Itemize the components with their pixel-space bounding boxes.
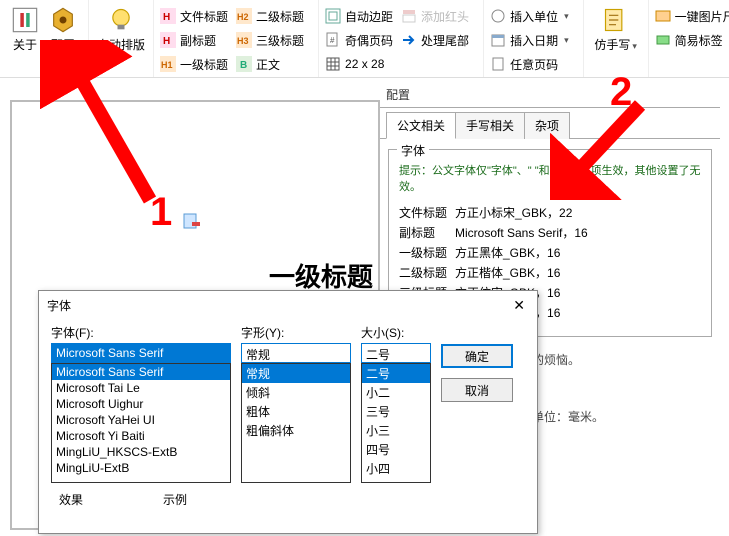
stamp-icon [490, 8, 506, 24]
h3-icon: H3 [236, 32, 252, 48]
page-num-icon [490, 56, 506, 72]
tab-gongwen[interactable]: 公文相关 [386, 112, 456, 139]
svg-text:H: H [163, 12, 170, 23]
h2-font[interactable]: 方正楷体_GBK，16 [455, 264, 560, 281]
h-icon: H [160, 32, 176, 48]
list-item[interactable]: 倾斜 [242, 383, 350, 402]
subtitle-button[interactable]: H副标题 [160, 30, 228, 50]
list-item[interactable]: Microsoft YaHei UI [52, 412, 230, 428]
tag-icon [655, 32, 671, 48]
bulb-icon [107, 6, 135, 34]
close-button[interactable]: ✕ [509, 297, 529, 314]
sample-heading: 示例 [163, 491, 187, 508]
style-list[interactable]: 常规倾斜粗体粗偏斜体 [241, 363, 351, 483]
chevron-down-icon: ▾ [564, 11, 569, 22]
h-icon: H [160, 8, 176, 24]
handwrite-button[interactable]: 仿手写▾ [590, 4, 642, 53]
list-item[interactable]: Microsoft Tai Le [52, 380, 230, 396]
redhead-icon [401, 8, 417, 24]
arrow-right-icon [401, 32, 417, 48]
gear-icon [49, 6, 77, 34]
subtitle-font[interactable]: Microsoft Sans Serif，16 [455, 224, 588, 241]
margin-icon [325, 8, 341, 24]
handwrite-icon [602, 6, 630, 34]
h2-icon: H2 [236, 8, 252, 24]
page-icon: # [325, 32, 341, 48]
list-item[interactable]: 二号 [362, 364, 430, 383]
svg-text:B: B [240, 60, 247, 71]
oddpage-button[interactable]: #奇偶页码 [325, 30, 393, 50]
svg-text:H3: H3 [237, 36, 249, 46]
list-item[interactable]: 小二 [362, 383, 430, 402]
anypage-button[interactable]: 任意页码 [490, 54, 569, 74]
style-input[interactable]: 常规 [241, 343, 351, 363]
simpletag-button[interactable]: 简易标签 [655, 30, 729, 50]
grid-icon [325, 56, 341, 72]
size-list[interactable]: 二号小二三号小三四号小四五号 [361, 363, 431, 483]
list-item[interactable]: 粗体 [242, 402, 350, 421]
font-input[interactable]: Microsoft Sans Serif [51, 343, 231, 363]
svg-text:#: # [330, 36, 335, 45]
tail-button[interactable]: 处理尾部 [401, 30, 469, 50]
style-field-label: 字形(Y): [241, 324, 351, 341]
insert-date-button[interactable]: 插入日期▾ [490, 30, 569, 50]
doc-heading-text: 一级标题 [269, 257, 373, 294]
h2-button[interactable]: H2二级标题 [236, 6, 304, 26]
font-field-label: 字体(F): [51, 324, 231, 341]
about-button[interactable]: 关于 [6, 4, 44, 53]
about-label: 关于 [13, 36, 37, 53]
arrow-2 [550, 100, 670, 200]
list-item[interactable]: 四号 [362, 440, 430, 459]
chevron-down-icon: ▾ [632, 41, 637, 51]
list-item[interactable]: MingLiU_HKSCS-ExtB [52, 444, 230, 460]
calendar-icon [490, 32, 506, 48]
effects-heading: 效果 [59, 491, 83, 508]
file-title-font[interactable]: 方正小标宋_GBK，22 [455, 204, 572, 221]
list-item[interactable]: Microsoft Sans Serif [52, 364, 230, 380]
size-input[interactable]: 二号 [361, 343, 431, 363]
svg-text:H1: H1 [161, 60, 173, 70]
list-item[interactable]: Microsoft Uighur [52, 396, 230, 412]
body-button[interactable]: B正文 [236, 54, 304, 74]
h3-button[interactable]: H3三级标题 [236, 30, 304, 50]
list-item[interactable]: 三号 [362, 402, 430, 421]
svg-text:H2: H2 [237, 12, 249, 22]
list-item[interactable]: MingLiU-ExtB [52, 460, 230, 476]
list-item[interactable]: 粗偏斜体 [242, 421, 350, 440]
size-field-label: 大小(S): [361, 324, 431, 341]
tab-handwrite[interactable]: 手写相关 [455, 112, 525, 139]
h1-icon: H1 [160, 56, 176, 72]
list-item[interactable]: 小三 [362, 421, 430, 440]
font-list[interactable]: Microsoft Sans SerifMicrosoft Tai LeMicr… [51, 363, 231, 483]
list-item[interactable]: 小四 [362, 459, 430, 478]
autoedge-button[interactable]: 自动边距 [325, 6, 393, 26]
list-item[interactable]: 常规 [242, 364, 350, 383]
list-item[interactable]: 五号 [362, 478, 430, 483]
file-title-button[interactable]: H文件标题 [160, 6, 228, 26]
h1-font[interactable]: 方正黑体_GBK，16 [455, 244, 560, 261]
grid-button[interactable]: 22 x 28 [325, 54, 393, 74]
body-icon: B [236, 56, 252, 72]
redhead-button[interactable]: 添加红头 [401, 6, 469, 26]
insert-unit-button[interactable]: 插入单位▾ [490, 6, 569, 26]
about-icon [11, 6, 39, 34]
font-dialog: 字体 ✕ 字体(F): Microsoft Sans Serif Microso… [38, 290, 538, 534]
list-item[interactable]: Microsoft Yi Baiti [52, 428, 230, 444]
ok-button[interactable]: 确定 [441, 344, 513, 368]
doc-marker-icon [182, 212, 200, 230]
chevron-down-icon: ▾ [564, 35, 569, 46]
fieldset-legend: 字体 [397, 142, 429, 159]
cancel-button[interactable]: 取消 [441, 378, 513, 402]
imgsize-button[interactable]: 一键图片尺寸 [655, 6, 729, 26]
image-icon [655, 8, 671, 24]
dialog-title: 字体 [47, 297, 71, 314]
svg-text:H: H [163, 36, 170, 47]
h1-button[interactable]: H1一级标题 [160, 54, 228, 74]
arrow-1 [40, 40, 160, 210]
